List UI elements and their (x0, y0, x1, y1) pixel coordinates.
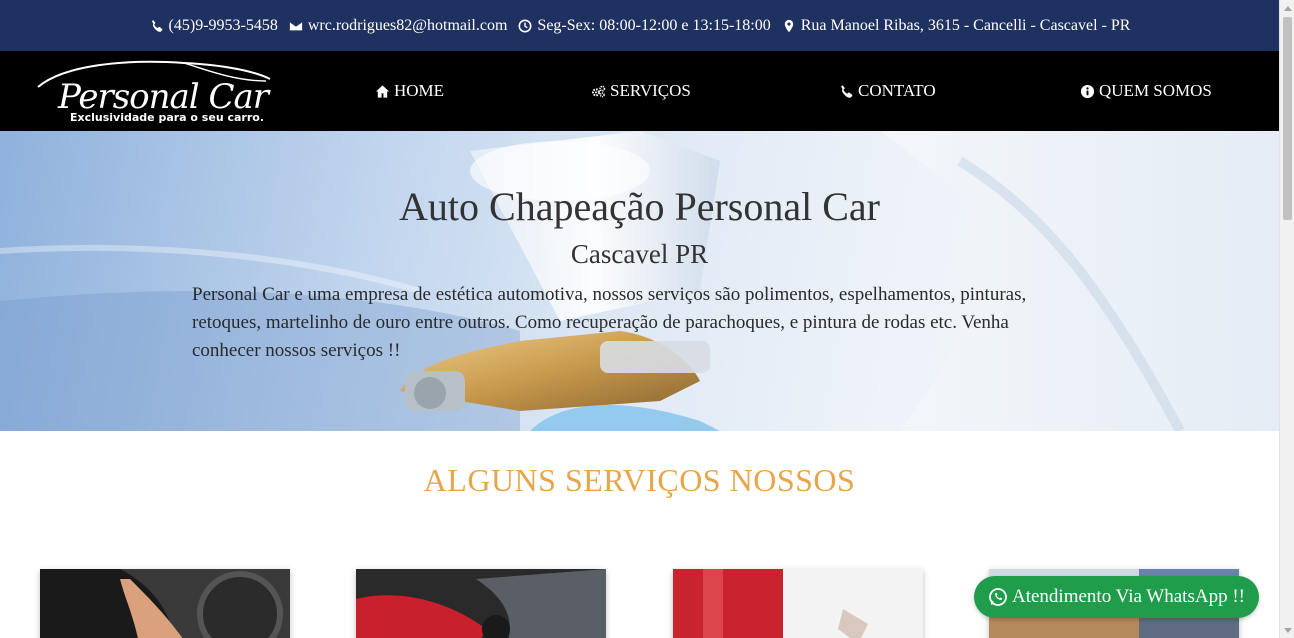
whatsapp-button[interactable]: Atendimento Via WhatsApp !! (974, 576, 1259, 618)
page: (45)9-9953-5458 wrc.rodrigues82@hotmail.… (0, 0, 1294, 638)
nav-contato[interactable]: CONTATO (839, 81, 936, 101)
clock-icon (517, 18, 533, 34)
nav-quem-somos-label: QUEM SOMOS (1099, 81, 1212, 100)
info-circle-icon (1080, 84, 1095, 98)
service-image-1 (40, 569, 290, 638)
address-info: Rua Manoel Ribas, 3615 - Cancelli - Casc… (781, 16, 1131, 35)
page-scrollbar[interactable] (1279, 0, 1294, 638)
hero-banner: Auto Chapeação Personal Car Cascavel PR … (0, 131, 1279, 431)
map-marker-icon (781, 18, 797, 34)
service-card-3[interactable] (673, 569, 923, 638)
scroll-down-arrow-icon[interactable] (1280, 623, 1294, 638)
hours-text: Seg-Sex: 08:00-12:00 e 13:15-18:00 (537, 16, 771, 34)
nav-home-label: HOME (394, 81, 445, 100)
nav-home[interactable]: HOME (375, 81, 444, 101)
service-card-1[interactable] (40, 569, 290, 638)
services-title: ALGUNS SERVIÇOS NOSSOS (423, 462, 856, 498)
personal-car-logo[interactable]: Personal Car Exclusividade para o seu ca… (34, 57, 274, 127)
main-navbar: Personal Car Exclusividade para o seu ca… (0, 51, 1279, 131)
hero-title: Auto Chapeação Personal Car (399, 184, 880, 229)
scrollbar-thumb[interactable] (1283, 17, 1292, 220)
nav-servicos[interactable]: SERVIÇOS (591, 81, 691, 101)
email-text: wrc.rodrigues82@hotmail.com (307, 16, 508, 34)
cogs-icon (592, 85, 606, 97)
phone-info[interactable]: (45)9-9953-5458 (149, 17, 278, 35)
service-image-2 (356, 569, 606, 638)
logo-tagline: Exclusividade para o seu carro. (70, 111, 265, 124)
service-card-2[interactable] (356, 569, 606, 638)
hours-info: Seg-Sex: 08:00-12:00 e 13:15-18:00 (517, 16, 771, 35)
phone-icon (841, 84, 853, 98)
whatsapp-icon (989, 588, 1007, 606)
top-info-bar: (45)9-9953-5458 wrc.rodrigues82@hotmail.… (0, 0, 1279, 51)
email-info[interactable]: wrc.rodrigues82@hotmail.com (288, 16, 508, 35)
nav-contato-label: CONTATO (858, 81, 936, 100)
hero-subtitle: Cascavel PR (570, 239, 709, 269)
scroll-up-arrow-icon[interactable] (1280, 0, 1294, 15)
service-image-3 (673, 569, 923, 638)
nav-quem-somos[interactable]: QUEM SOMOS (1080, 81, 1212, 101)
phone-text: (45)9-9953-5458 (168, 16, 278, 34)
envelope-icon (288, 18, 304, 34)
home-icon (375, 84, 390, 98)
phone-icon (149, 18, 165, 34)
nav-servicos-label: SERVIÇOS (610, 81, 691, 100)
address-text: Rua Manoel Ribas, 3615 - Cancelli - Casc… (800, 16, 1131, 34)
hero-description: Personal Car e uma empresa de estética a… (192, 284, 1027, 361)
whatsapp-label: Atendimento Via WhatsApp !! (1012, 586, 1245, 607)
